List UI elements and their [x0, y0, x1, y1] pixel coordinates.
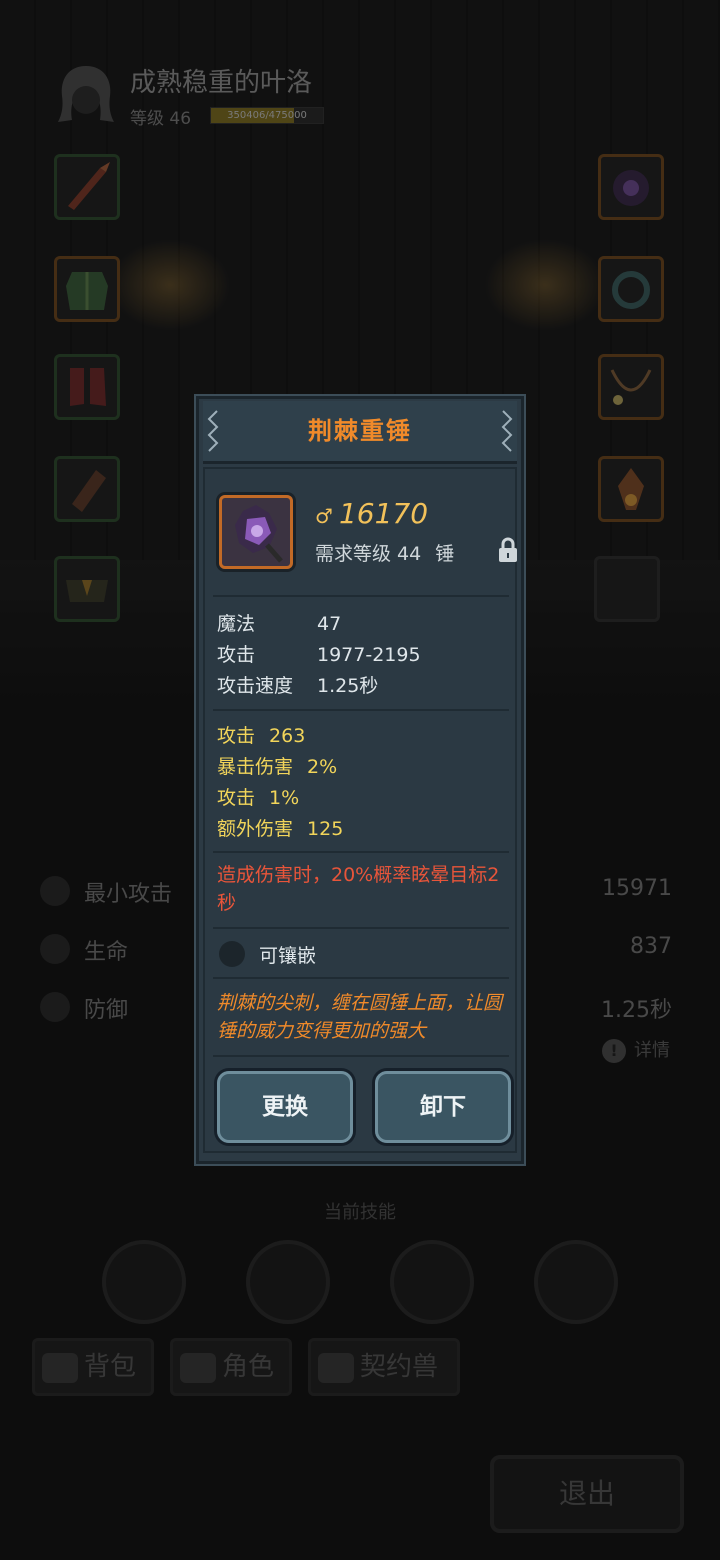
stat-value: 1% — [269, 787, 300, 809]
stat-label: 攻击 — [217, 725, 256, 747]
stat-value: 263 — [269, 725, 306, 747]
power-value: 16170 — [338, 497, 429, 530]
unequip-button[interactable]: 卸下 — [375, 1071, 511, 1143]
socket-icon — [219, 941, 245, 967]
thorn-hammer-icon — [235, 505, 283, 563]
item-title: 荆棘重锤 — [308, 417, 412, 445]
lock-icon[interactable] — [497, 537, 519, 563]
power-icon: ♂ — [315, 504, 333, 528]
popup-header: 荆棘重锤 — [203, 401, 517, 464]
popup-body: ♂ 16170 需求等级 44 锤 魔法 47 攻击 1977-2195 攻击速度 1.2… — [203, 467, 517, 1153]
divider — [213, 927, 509, 929]
required-level: 需求等级 44 — [315, 543, 422, 565]
stat-label: 暴击伤害 — [217, 756, 294, 778]
stat-label: 攻击 — [217, 787, 256, 809]
item-description: 荆棘的尖刺，缠在圆锤上面，让圆锤的威力变得更加的强大 — [217, 992, 503, 1042]
special-effect: 造成伤害时，20%概率眩晕目标2秒 — [217, 864, 500, 914]
bonus-stat-row: 攻击 263 — [217, 721, 305, 748]
divider — [213, 709, 509, 711]
stat-value: 47 — [317, 613, 342, 635]
stat-value: 125 — [307, 818, 344, 840]
base-stat-row: 攻击 1977-2195 — [217, 640, 421, 667]
item-detail-popup: 荆棘重锤 ♂ 16170 需求等级 44 锤 魔法 47 攻击 1977-2195 攻击… — [196, 396, 524, 1164]
header-ornament-right — [501, 410, 513, 452]
bonus-stat-row: 额外伤害 125 — [217, 814, 343, 841]
requirement-line: 需求等级 44 锤 — [315, 539, 454, 566]
divider — [213, 1055, 509, 1057]
bonus-stat-row: 攻击 1% — [217, 783, 299, 810]
stat-label: 攻击 — [217, 644, 256, 666]
item-type: 锤 — [435, 543, 455, 565]
replace-button[interactable]: 更换 — [217, 1071, 353, 1143]
stat-value: 1.25秒 — [317, 675, 379, 697]
bonus-stat-row: 暴击伤害 2% — [217, 752, 337, 779]
stat-label: 魔法 — [217, 613, 256, 635]
base-stat-row: 魔法 47 — [217, 609, 341, 636]
item-icon — [219, 495, 293, 569]
stat-value: 1977-2195 — [317, 644, 421, 666]
stat-value: 2% — [307, 756, 338, 778]
stat-label: 额外伤害 — [217, 818, 294, 840]
socket-label: 可镶嵌 — [259, 945, 317, 967]
divider — [213, 851, 509, 853]
divider — [213, 595, 509, 597]
divider — [213, 977, 509, 979]
base-stat-row: 攻击速度 1.25秒 — [217, 671, 378, 698]
stat-label: 攻击速度 — [217, 675, 294, 697]
power-score: ♂ 16170 — [315, 497, 428, 530]
